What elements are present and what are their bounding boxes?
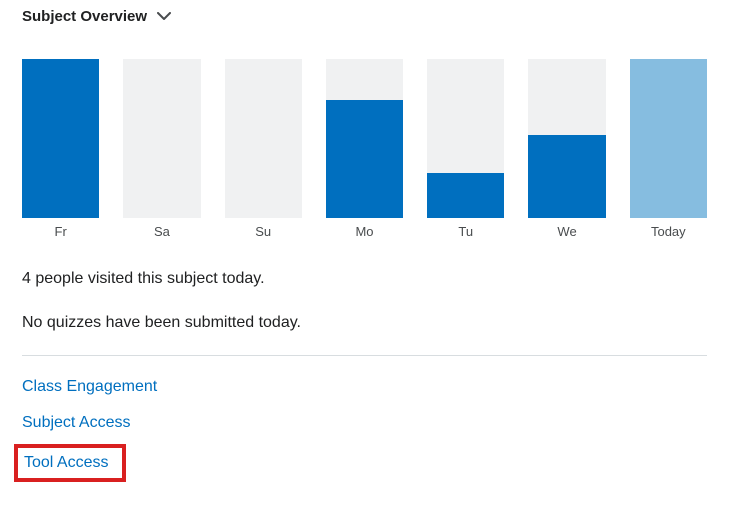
bar-track — [630, 59, 707, 218]
visits-text: 4 people visited this subject today. — [22, 267, 707, 291]
bar-col: Tu — [427, 59, 504, 239]
chevron-down-icon — [157, 12, 171, 21]
bar-track — [225, 59, 302, 218]
stats-block: 4 people visited this subject today. No … — [22, 267, 707, 335]
class-engagement-link[interactable]: Class Engagement — [22, 372, 157, 402]
bar-label: Su — [255, 224, 271, 239]
bar-track — [326, 59, 403, 218]
bar-col: Mo — [326, 59, 403, 239]
bar-col: Fr — [22, 59, 99, 239]
visits-bar-chart: Fr Sa Su Mo Tu We Today — [22, 59, 707, 239]
bar-label: Today — [651, 224, 686, 239]
bar-fill — [427, 173, 504, 218]
bar-label: Mo — [355, 224, 373, 239]
bar-fill — [630, 59, 707, 218]
bar-track — [22, 59, 99, 218]
header-title: Subject Overview — [22, 8, 147, 25]
bar-track — [427, 59, 504, 218]
quizzes-text: No quizzes have been submitted today. — [22, 311, 707, 335]
bar-label: Tu — [458, 224, 473, 239]
divider — [22, 355, 707, 356]
bar-col: Su — [225, 59, 302, 239]
bar-fill — [22, 59, 99, 218]
bar-col: We — [528, 59, 605, 239]
bar-col: Today — [630, 59, 707, 239]
bar-track — [123, 59, 200, 218]
bar-fill — [326, 100, 403, 218]
bar-track — [528, 59, 605, 218]
bar-label: Fr — [55, 224, 67, 239]
bar-fill — [528, 135, 605, 218]
links-section: Class Engagement Subject Access Tool Acc… — [22, 372, 707, 482]
subject-access-link[interactable]: Subject Access — [22, 408, 131, 438]
bar-label: We — [557, 224, 576, 239]
bar-label: Sa — [154, 224, 170, 239]
bar-col: Sa — [123, 59, 200, 239]
tool-access-link[interactable]: Tool Access — [14, 444, 126, 482]
subject-overview-dropdown[interactable]: Subject Overview — [22, 8, 707, 33]
